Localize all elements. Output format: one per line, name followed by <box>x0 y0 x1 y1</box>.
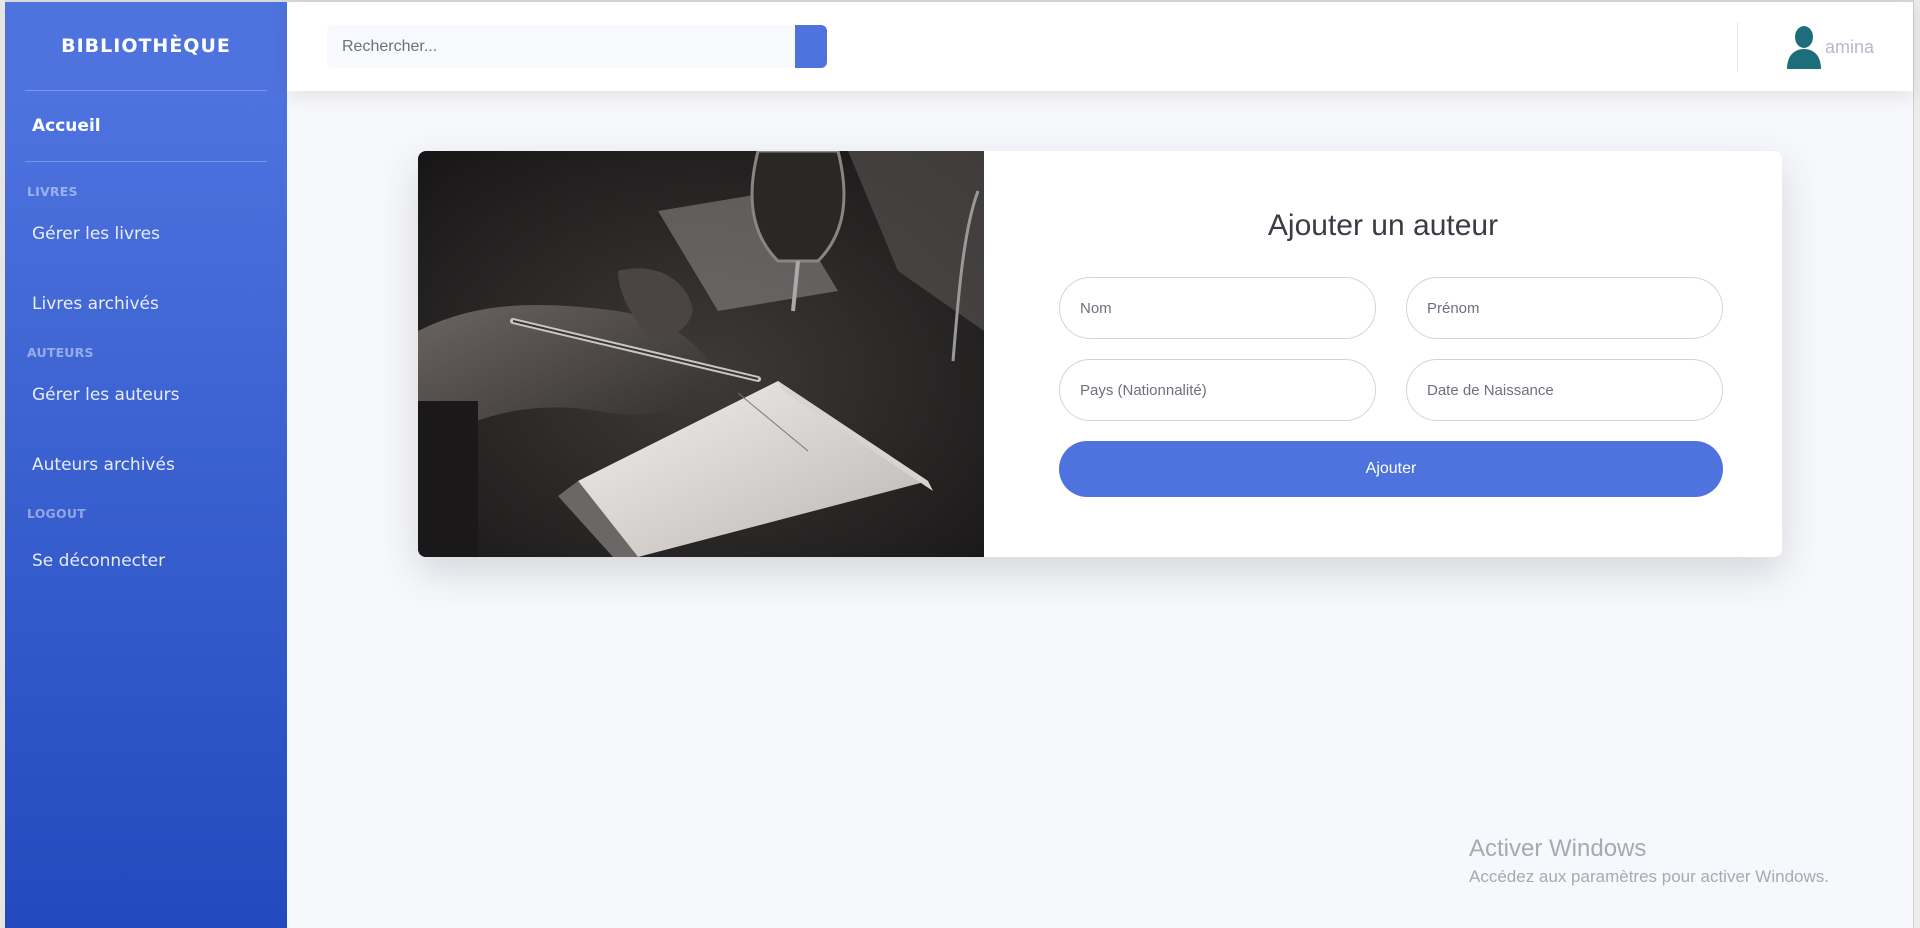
pays-field[interactable] <box>1059 359 1376 421</box>
nom-field[interactable] <box>1059 277 1376 339</box>
writing-photo-illustration <box>418 151 984 557</box>
sidebar-item-accueil[interactable]: Accueil <box>5 91 287 161</box>
add-author-card: Ajouter un auteur Ajouter <box>418 151 1782 557</box>
sidebar-heading-livres: LIVRES <box>27 184 78 199</box>
sidebar-item-gerer-auteurs[interactable]: Gérer les auteurs <box>5 360 287 430</box>
form-title: Ajouter un auteur <box>1267 209 1499 242</box>
sidebar-divider <box>25 161 267 162</box>
brand-title[interactable]: BIBLIOTHÈQUE <box>5 2 287 90</box>
watermark-subtitle: Accédez aux paramètres pour activer Wind… <box>1469 867 1829 886</box>
search-group <box>327 25 827 68</box>
topbar-divider <box>1737 22 1738 72</box>
topbar: amina <box>287 2 1913 91</box>
watermark-title: Activer Windows <box>1469 835 1647 862</box>
sidebar-item-logout[interactable]: Se déconnecter <box>5 521 287 601</box>
sidebar: BIBLIOTHÈQUE Accueil LIVRES Gérer les li… <box>5 2 287 928</box>
sidebar-item-gerer-livres[interactable]: Gérer les livres <box>5 199 287 269</box>
date-naissance-field[interactable] <box>1406 359 1723 421</box>
window-scrollbar[interactable] <box>1913 0 1920 928</box>
prenom-field[interactable] <box>1406 277 1723 339</box>
sidebar-heading-auteurs: AUTEURS <box>27 345 94 360</box>
search-input[interactable] <box>327 25 795 68</box>
writing-photo <box>418 151 984 557</box>
user-menu[interactable]: amina <box>1785 25 1874 69</box>
search-button[interactable] <box>795 25 827 68</box>
user-name: amina <box>1825 36 1875 57</box>
windows-activation-watermark: Activer Windows Accédez aux paramètres p… <box>1469 835 1829 887</box>
sidebar-heading-logout: LOGOUT <box>27 506 86 521</box>
ajouter-button[interactable]: Ajouter <box>1059 441 1723 497</box>
sidebar-item-auteurs-archives[interactable]: Auteurs archivés <box>5 430 287 500</box>
add-author-form: Ajouter un auteur Ajouter <box>984 151 1782 557</box>
sidebar-item-livres-archives[interactable]: Livres archivés <box>5 269 287 339</box>
user-icon <box>1787 26 1821 69</box>
